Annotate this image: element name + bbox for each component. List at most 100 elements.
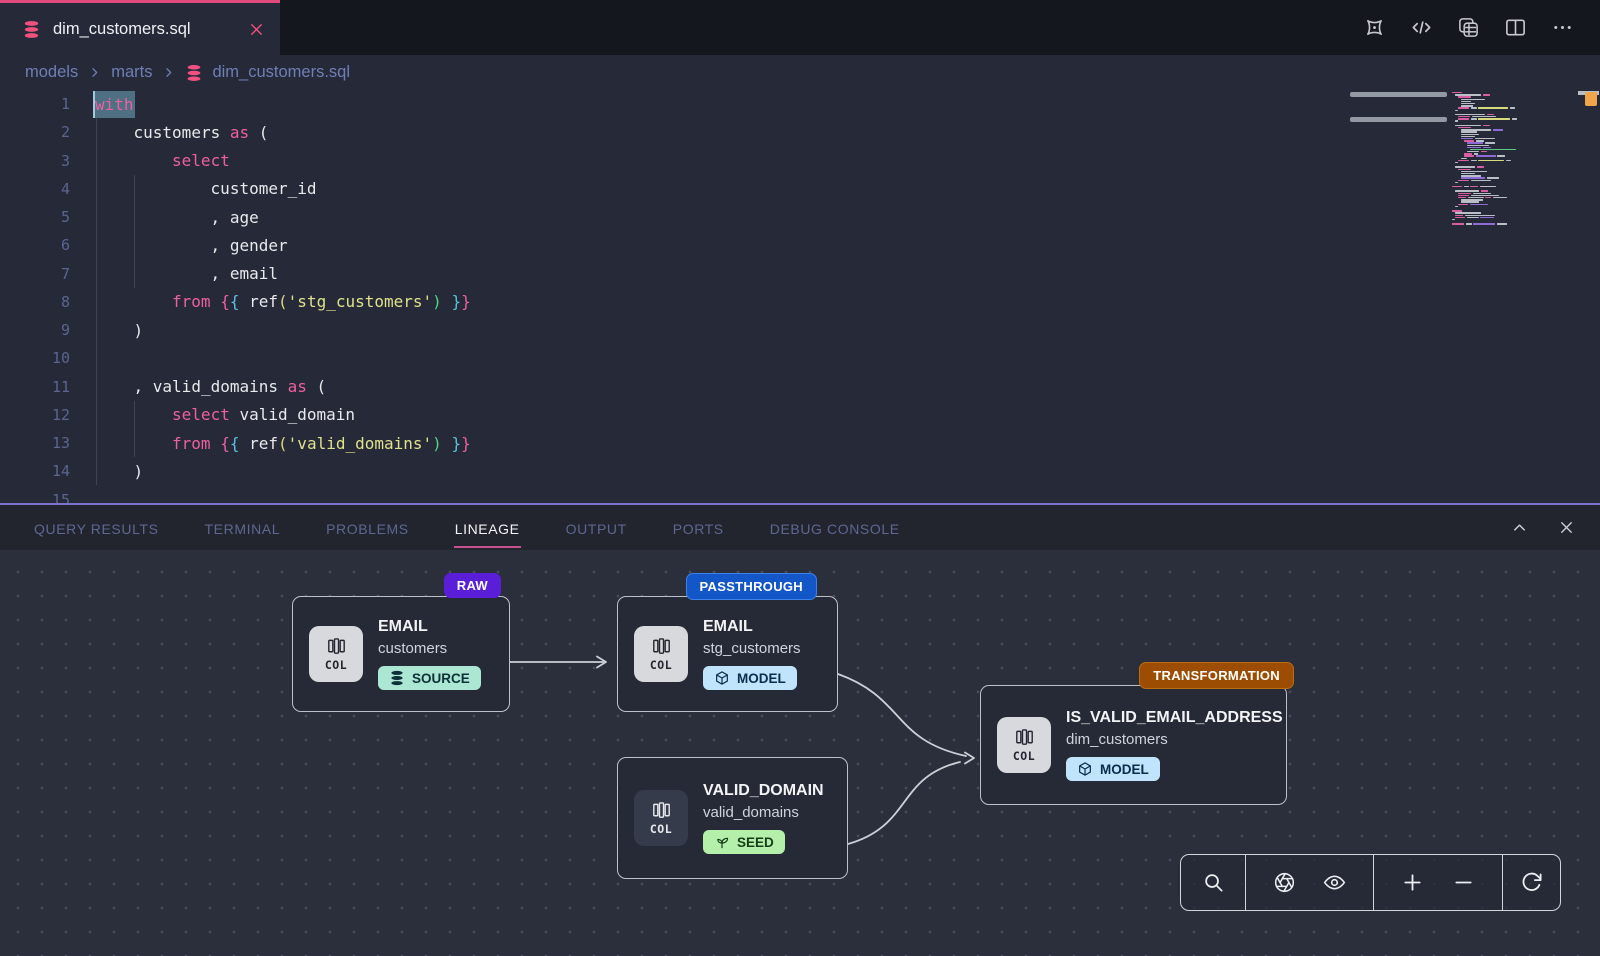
code-text: , gender (70, 236, 288, 255)
dbt-logo-button[interactable] (1363, 16, 1386, 39)
editor-tab-bar: dim_customers.sql (0, 0, 1600, 55)
close-panel-button[interactable] (1557, 518, 1576, 537)
toolbar-group (1502, 855, 1560, 910)
node-tag-raw: RAW (444, 573, 501, 598)
line-number: 5 (0, 208, 70, 226)
node-column-name: EMAIL (703, 618, 801, 636)
node-column-name: EMAIL (378, 618, 481, 636)
chevron-right-icon (161, 65, 176, 80)
code-button[interactable] (1410, 16, 1433, 39)
node-type-badge-model: MODEL (1066, 757, 1160, 781)
line-number: 14 (0, 462, 70, 480)
line-number: 11 (0, 378, 70, 396)
lineage-node-stg_customers[interactable]: PASSTHROUGHCOLEMAILstg_customersMODEL (617, 596, 838, 712)
indent-guide (134, 401, 135, 458)
code-text: , valid_domains as ( (70, 377, 326, 396)
code-line-4[interactable]: 4customer_id (0, 175, 1600, 203)
tab-title: dim_customers.sql (53, 20, 191, 39)
more-button[interactable] (1551, 16, 1574, 39)
panel-tab-query-results[interactable]: QUERY RESULTS (33, 508, 160, 548)
line-number: 4 (0, 180, 70, 198)
close-tab-icon[interactable] (247, 20, 266, 39)
code-line-12[interactable]: 12select valid_domain (0, 401, 1600, 429)
breadcrumb-item-models[interactable]: models (25, 63, 78, 82)
code-line-14[interactable]: 14) (0, 457, 1600, 485)
columns-icon (651, 636, 672, 657)
code-line-8[interactable]: 8from {{ ref('stg_customers') }} (0, 288, 1600, 316)
lineage-canvas[interactable]: RAWCOLEMAILcustomersSOURCEPASSTHROUGHCOL… (0, 550, 1600, 956)
code-text: with (70, 95, 135, 114)
node-model-name: valid_domains (703, 804, 824, 821)
column-type-box: COL (309, 626, 363, 682)
panel-tab-terminal[interactable]: TERMINAL (204, 508, 282, 548)
line-number: 8 (0, 293, 70, 311)
code-editor[interactable]: 1with2customers as (3select4customer_id5… (0, 90, 1600, 503)
collapse-panel-button[interactable] (1510, 518, 1529, 537)
columns-icon (326, 636, 347, 657)
code-icon (1410, 16, 1433, 39)
code-line-7[interactable]: 7, email (0, 260, 1600, 288)
code-line-15[interactable]: 15 (0, 486, 1600, 504)
minimap[interactable] (1452, 92, 1552, 225)
code-text: , age (70, 208, 259, 227)
code-line-5[interactable]: 5, age (0, 203, 1600, 231)
toolbar-group (1245, 855, 1373, 910)
refresh-icon (1520, 871, 1543, 894)
duplicate-table-button[interactable] (1457, 16, 1480, 39)
code-text: , email (70, 264, 278, 283)
breadcrumb-item-dim-customers-sql[interactable]: dim_customers.sql (212, 63, 350, 82)
lineage-node-valid_domains[interactable]: COLVALID_DOMAINvalid_domainsSEED (617, 757, 848, 879)
col-label: COL (1013, 749, 1035, 763)
tab-dim-customers-sql[interactable]: dim_customers.sql (0, 0, 280, 55)
panel-actions (1510, 518, 1576, 537)
code-line-3[interactable]: 3select (0, 147, 1600, 175)
panel-tab-output[interactable]: OUTPUT (565, 508, 628, 548)
eye-button[interactable] (1323, 871, 1346, 894)
indent-guide (96, 118, 97, 485)
search-icon (1202, 871, 1225, 894)
close-icon (1557, 518, 1576, 537)
code-line-11[interactable]: 11, valid_domains as ( (0, 373, 1600, 401)
bottom-panel-tabbar: QUERY RESULTS TERMINAL PROBLEMS LINEAGE OUTP… (0, 503, 1600, 550)
dbt-logo-icon (1363, 16, 1386, 39)
code-line-6[interactable]: 6, gender (0, 231, 1600, 259)
node-type-badge-source: SOURCE (378, 666, 481, 690)
line-number: 12 (0, 406, 70, 424)
code-text: customers as ( (70, 123, 268, 142)
search-button[interactable] (1202, 871, 1225, 894)
database-icon (22, 20, 41, 39)
database-icon (185, 64, 203, 82)
line-number: 15 (0, 491, 70, 503)
col-label: COL (650, 658, 672, 672)
panel-tab-problems[interactable]: PROBLEMS (325, 508, 410, 548)
code-line-10[interactable]: 10 (0, 344, 1600, 372)
node-column-name: IS_VALID_EMAIL_ADDRESS (1066, 709, 1283, 727)
code-line-2[interactable]: 2customers as ( (0, 118, 1600, 146)
line-number: 13 (0, 434, 70, 452)
node-model-name: stg_customers (703, 640, 801, 657)
code-text: ) (70, 321, 143, 340)
column-type-box: COL (634, 790, 688, 846)
panel-tab-lineage[interactable]: LINEAGE (454, 508, 521, 548)
node-type-badge-seed: SEED (703, 830, 785, 854)
node-type-badge-model: MODEL (703, 666, 797, 690)
chevron-right-icon (87, 65, 102, 80)
code-line-13[interactable]: 13from {{ ref('valid_domains') }} (0, 429, 1600, 457)
breadcrumb: models marts dim_customers.sql (0, 55, 1600, 90)
split-editor-button[interactable] (1504, 16, 1527, 39)
database-icon (389, 670, 405, 686)
lineage-node-dim_customers[interactable]: TRANSFORMATIONCOLIS_VALID_EMAIL_ADDRESSd… (980, 685, 1287, 805)
lineage-edge (838, 674, 974, 764)
minus-button[interactable] (1452, 871, 1475, 894)
refresh-button[interactable] (1520, 871, 1543, 894)
lineage-node-customers[interactable]: RAWCOLEMAILcustomersSOURCE (292, 596, 510, 712)
code-text: from {{ ref('valid_domains') }} (70, 434, 471, 453)
aperture-button[interactable] (1273, 871, 1296, 894)
breadcrumb-item-marts[interactable]: marts (111, 63, 152, 82)
minimap-highlight-bar (1350, 92, 1447, 97)
plus-button[interactable] (1401, 871, 1424, 894)
node-model-name: dim_customers (1066, 731, 1283, 748)
panel-tab-debug-console[interactable]: DEBUG CONSOLE (769, 508, 901, 548)
panel-tab-ports[interactable]: PORTS (672, 508, 725, 548)
code-line-9[interactable]: 9) (0, 316, 1600, 344)
